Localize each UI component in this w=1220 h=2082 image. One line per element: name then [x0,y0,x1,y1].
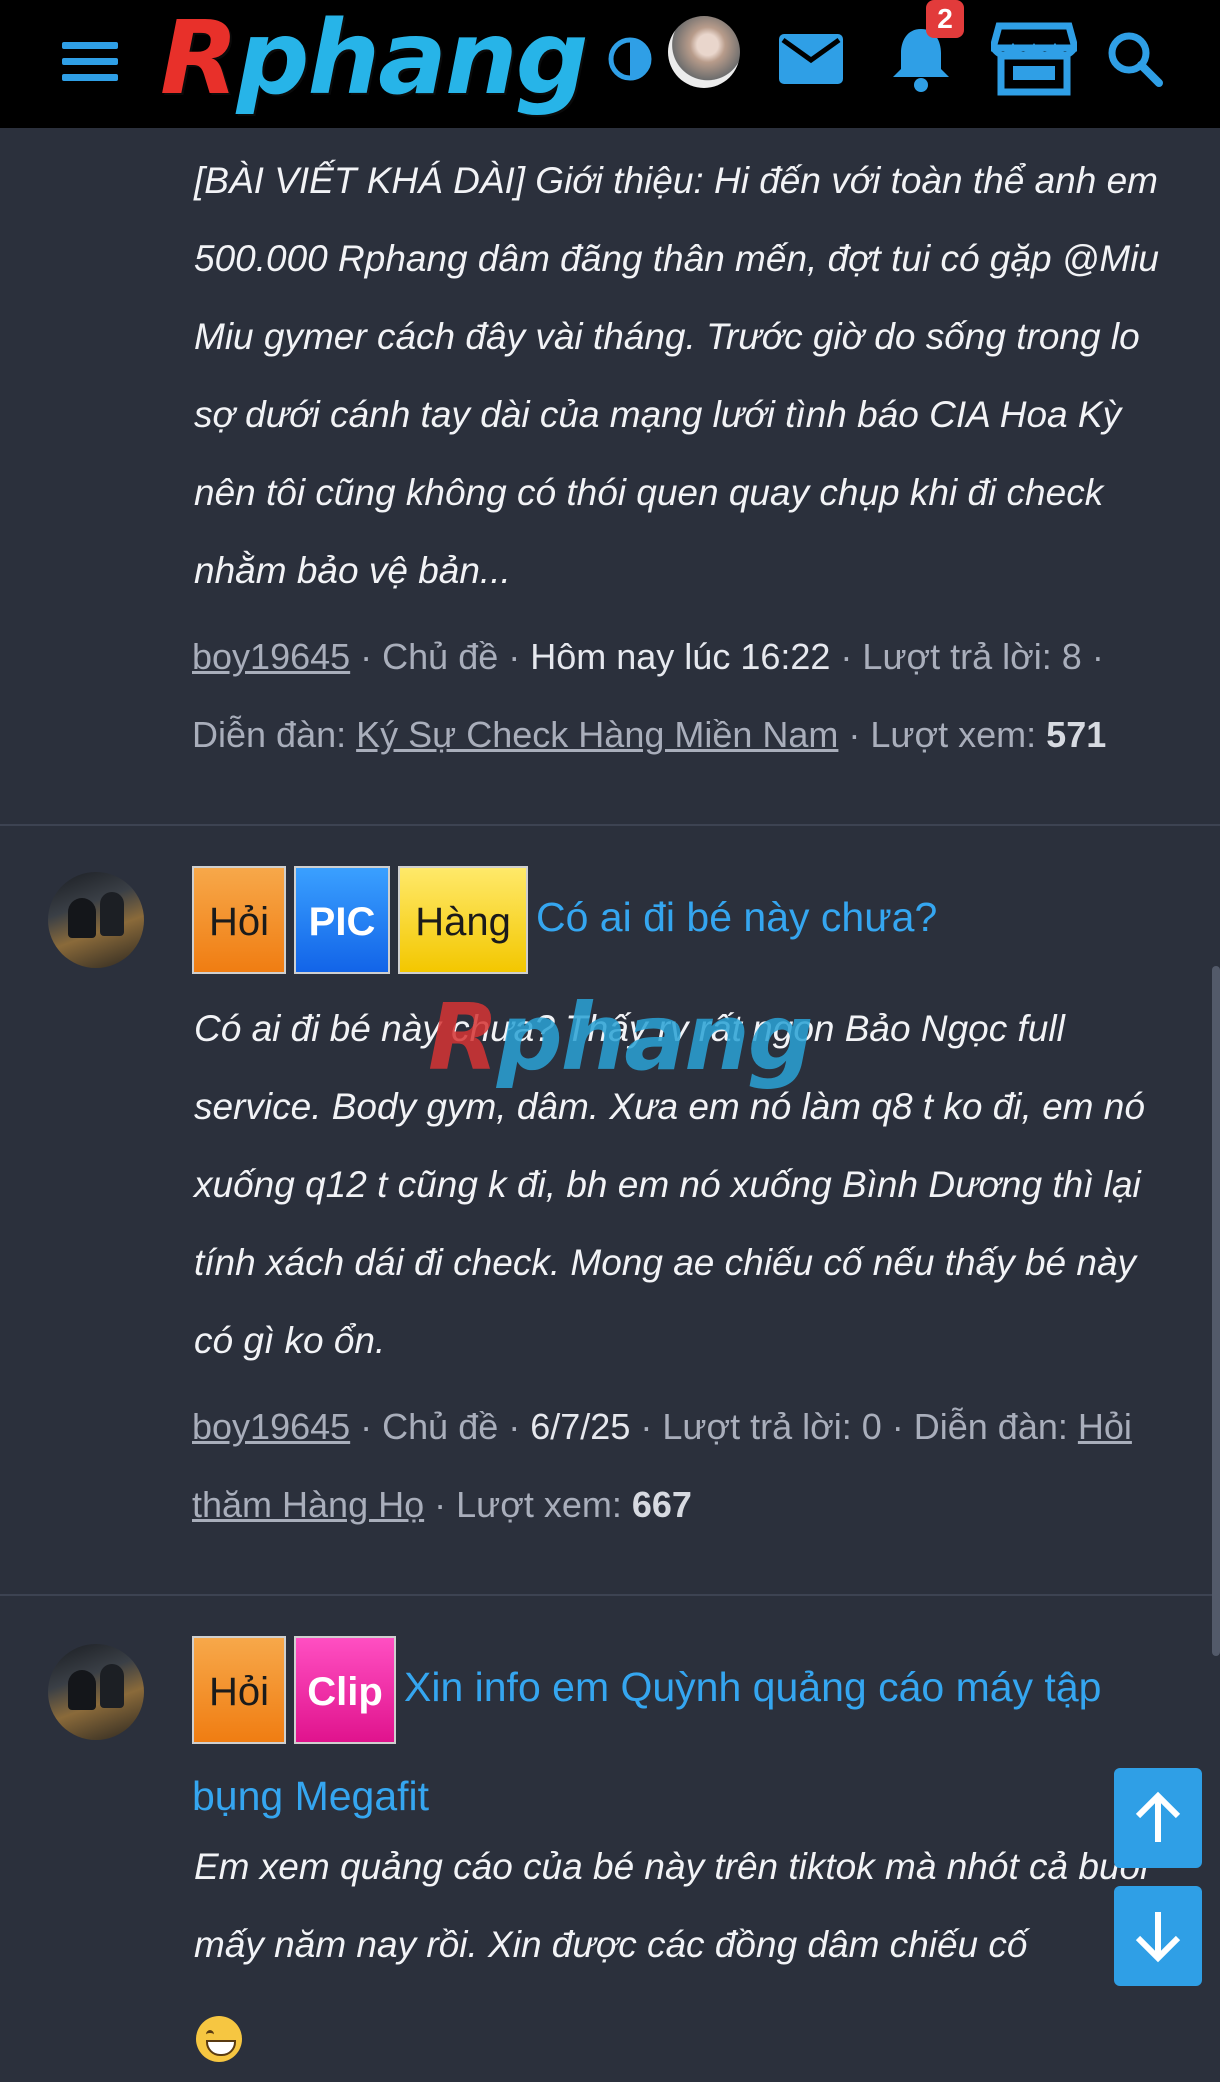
prefix-tag-hang[interactable]: Hàng [398,866,528,974]
thread-time: 6/7/25 [530,1406,631,1447]
store-icon[interactable] [990,16,1078,102]
user-avatar[interactable] [668,16,740,88]
thread-type: Chủ đề [382,1406,499,1447]
prefix-tag-clip[interactable]: Clip [294,1636,396,1744]
theme-toggle-icon[interactable] [606,16,654,102]
top-header: Rphang 2 [0,0,1220,128]
prefix-tag-pic[interactable]: PIC [294,866,390,974]
thread-item[interactable]: Hỏi Clip Xin info em Quỳnh quảng cáo máy t… [0,1596,1220,2082]
author-link[interactable]: boy19645 [192,1406,350,1447]
forum-label: Diễn đàn: [913,1406,1068,1447]
replies-label: Lượt trả lời: [862,636,1052,677]
replies-count: 8 [1061,636,1082,677]
author-link[interactable]: boy19645 [192,636,350,677]
thread-meta: boy19645 · Chủ đề · 6/7/25 · Lượt trả lờ… [192,1406,1132,1525]
thread-title-row[interactable]: Hỏi Clip Xin info em Quỳnh quảng cáo máy t… [192,1636,1101,1744]
views-label: Lượt xem: [870,714,1037,755]
views-count: 571 [1046,714,1107,755]
site-logo[interactable]: Rphang [160,4,589,114]
prefix-tag-hoi[interactable]: Hỏi [192,1636,286,1744]
menu-icon[interactable] [56,28,124,96]
thread-title-row[interactable]: Hỏi PIC Hàng Có ai đi bé này chưa? [192,866,937,974]
replies-count: 0 [861,1406,882,1447]
scroll-up-button[interactable] [1114,1768,1202,1868]
thread-item[interactable]: Hỏi PIC Hàng Có ai đi bé này chưa? Có ai đi… [0,826,1220,1596]
logo-text: phang [236,0,589,118]
thread-type: Chủ đề [382,636,499,677]
thread-title[interactable]: Xin info em Quỳnh quảng cáo máy tập [404,1664,1101,1710]
mail-icon[interactable] [778,16,844,102]
logo-letter: R [160,0,239,118]
arrow-up-icon [1135,1791,1181,1842]
views-label: Lượt xem: [456,1484,622,1525]
thread-meta: boy19645 · Chủ đề · Hôm nay lúc 16:22 · … [192,636,1107,755]
thread-title[interactable]: Có ai đi bé này chưa? [536,894,937,940]
forum-link[interactable]: Ký Sự Check Hàng Miền Nam [356,714,838,755]
thread-author-avatar[interactable] [48,1644,144,1740]
arrow-down-icon [1135,1912,1181,1963]
replies-label: Lượt trả lời: [662,1406,852,1447]
views-count: 667 [631,1484,692,1525]
thread-author-avatar[interactable] [48,872,144,968]
thread-item[interactable]: [BÀI VIẾT KHÁ DÀI] Giới thiệu: Hi đến vớ… [0,128,1220,826]
forum-label: Diễn đàn: [192,714,347,755]
thread-time: Hôm nay lúc 16:22 [530,636,831,677]
thread-snippet[interactable]: Em xem quảng cáo của bé này trên tiktok … [194,1828,1154,1984]
notification-badge: 2 [926,0,964,38]
grin-emoji-icon [196,2016,242,2062]
prefix-tag-hoi[interactable]: Hỏi [192,866,286,974]
thread-snippet[interactable]: [BÀI VIẾT KHÁ DÀI] Giới thiệu: Hi đến vớ… [194,142,1184,610]
watermark-text: phang [496,984,814,1091]
scrollbar[interactable] [1212,966,1220,1656]
watermark-logo: Rphang [428,988,814,1088]
search-icon[interactable] [1106,16,1164,102]
watermark-letter: R [428,984,499,1091]
scroll-down-button[interactable] [1114,1886,1202,1986]
